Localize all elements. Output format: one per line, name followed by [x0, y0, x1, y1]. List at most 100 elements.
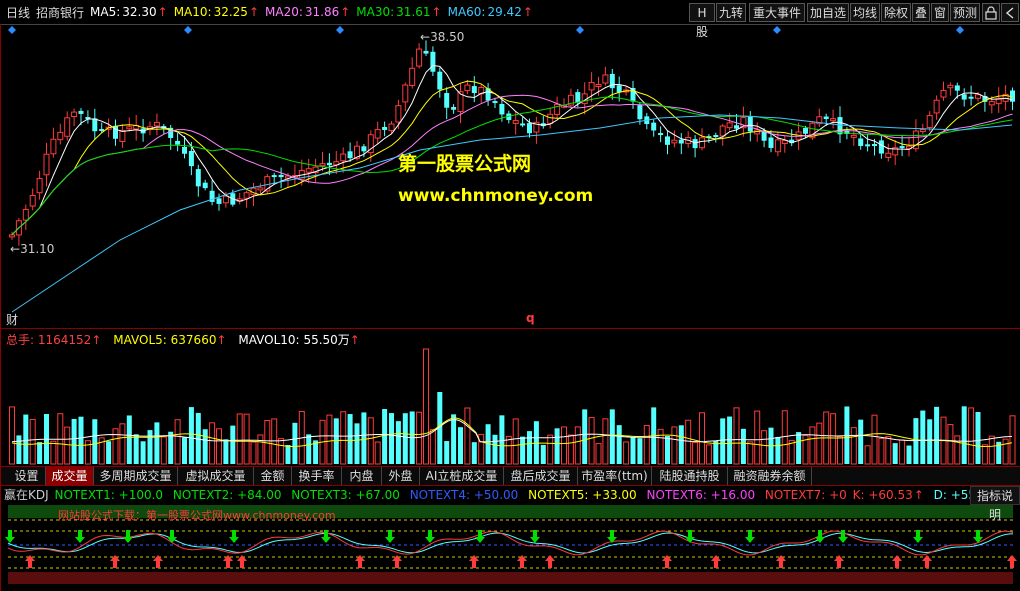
tab-pe-ttm[interactable]: 市盈率(ttm)	[578, 467, 652, 485]
tab-ai-volume[interactable]: AI立桩成交量	[420, 467, 504, 485]
toolbar-major-events-button[interactable]: 重大事件	[749, 3, 805, 22]
candle-body-up	[726, 122, 733, 129]
candle-body-up	[416, 48, 423, 67]
toolbar-exright-button[interactable]: 除权	[881, 3, 911, 22]
tab-outer[interactable]: 外盘	[382, 467, 420, 485]
candle-body-down	[734, 125, 739, 129]
volume-bar-up	[899, 439, 906, 465]
k-arrow: ↑	[913, 488, 924, 502]
candle-body-down	[616, 85, 622, 93]
volume-bar-up	[850, 427, 857, 465]
volume-bar-down	[354, 423, 360, 464]
candle-body-up	[57, 131, 64, 141]
candle-body-up	[257, 187, 264, 191]
candle-body-up	[153, 121, 160, 127]
volume-bar-down	[92, 419, 98, 464]
volume-bar-up	[209, 422, 216, 465]
low-price-arrow: ←	[10, 242, 21, 256]
toolbar-overlay-button[interactable]: 叠	[912, 3, 930, 22]
volume-bar-up	[464, 407, 471, 465]
candle-body-down	[182, 146, 187, 154]
stock-name[interactable]: 招商银行	[36, 4, 84, 21]
volume-bar-up	[761, 430, 768, 465]
volume-bar-up	[84, 440, 91, 465]
candle-body-down	[858, 138, 864, 146]
volume-bar-up	[478, 433, 485, 465]
volume-bar-down	[285, 445, 291, 464]
candle-body-down	[382, 127, 388, 131]
candle-body-up	[9, 234, 15, 238]
toolbar-ma-button[interactable]: 均线	[850, 3, 880, 22]
tab-inner[interactable]: 内盘	[342, 467, 382, 485]
volume-bar-up	[623, 441, 630, 465]
volume-bar-up	[257, 434, 264, 465]
toolbar-jiuzhuan-button[interactable]: 九转	[716, 3, 746, 22]
volume-bar-down	[444, 441, 450, 464]
toolbar-window-button[interactable]: 窗	[931, 3, 949, 22]
tab-turnover[interactable]: 换手率	[292, 467, 342, 485]
toolbar-add-watchlist-button[interactable]: 加自选	[807, 3, 849, 22]
tab-northbound-holdings[interactable]: 陆股通持股	[652, 467, 728, 485]
arrow-left-icon[interactable]	[1001, 3, 1019, 22]
tab-amount[interactable]: 金额	[254, 467, 292, 485]
indicator-help-button[interactable]: 指标说明	[970, 486, 1020, 522]
ma10-arrow: ↑	[248, 5, 259, 19]
notext3-value: NOTEXT3: +67.00	[291, 488, 400, 502]
total-volume-value: 1164152	[37, 333, 92, 347]
ma20-arrow: ↑	[340, 5, 351, 19]
q-marker[interactable]: q	[526, 311, 535, 325]
ma20-value: 31.86	[304, 5, 340, 19]
volume-bar-down	[147, 430, 153, 464]
sell-arrow-icon	[229, 530, 239, 543]
candle-body-down	[175, 140, 181, 145]
candle-body-down	[865, 144, 871, 147]
candle-body-down	[872, 143, 877, 146]
tab-margin-balance[interactable]: 融资融券余额	[728, 467, 812, 485]
volume-bar-down	[471, 442, 477, 464]
candle-body-down	[430, 51, 436, 72]
candle-body-down	[99, 129, 105, 132]
volume-bar-up	[837, 436, 843, 465]
event-diamond-icon	[336, 26, 344, 34]
candle-body-down	[278, 174, 284, 178]
volume-bar-down	[961, 406, 967, 464]
volume-bar-up	[981, 444, 988, 465]
tab-after-hours-volume[interactable]: 盘后成交量	[504, 467, 578, 485]
volume-bar-down	[458, 427, 463, 464]
period-label[interactable]: 日线	[6, 4, 30, 21]
volume-bar-up	[119, 423, 126, 465]
volume-bar-up	[326, 414, 333, 465]
toolbar-h-share-button[interactable]: H股	[689, 3, 715, 39]
tab-virtual-volume[interactable]: 虚拟成交量	[178, 467, 254, 485]
volume-bar-up	[671, 426, 678, 465]
toolbar-forecast-button[interactable]: 预测	[950, 3, 980, 22]
candle-body-up	[402, 84, 409, 103]
volume-bar-up	[340, 411, 347, 465]
volume-bar-down	[71, 418, 77, 464]
volume-bar-down	[665, 436, 670, 464]
candle-body-down	[451, 107, 457, 110]
candle-body-down	[713, 135, 719, 138]
watermark-title: 第一股票公式网	[398, 153, 532, 175]
volume-bar-up	[29, 418, 36, 465]
tab-multi-period-volume[interactable]: 多周期成交量	[94, 467, 178, 485]
candle-body-down	[747, 116, 753, 132]
indicator-name[interactable]: 赢在KDJ	[4, 488, 49, 502]
cai-marker[interactable]: 财	[6, 311, 18, 328]
volume-bar-up	[878, 437, 885, 465]
candle-body-down	[326, 162, 332, 166]
candle-body-down	[768, 137, 774, 148]
ma60-label: MA60:	[447, 5, 486, 19]
tab-settings[interactable]: 设置	[8, 467, 46, 485]
volume-bar-down	[126, 415, 132, 464]
ma30-value: 31.61	[396, 5, 431, 19]
tab-volume[interactable]: 成交量	[46, 467, 94, 485]
volume-bar-up	[588, 417, 595, 465]
notext5-value: NOTEXT5: +33.00	[528, 488, 637, 502]
candle-body-down	[492, 101, 498, 104]
volume-bar-up	[561, 426, 567, 465]
candle-body-up	[947, 84, 954, 89]
volume-bar-up	[512, 418, 519, 465]
high-price-arrow: ←	[420, 30, 431, 44]
lock-icon[interactable]	[982, 3, 1000, 22]
